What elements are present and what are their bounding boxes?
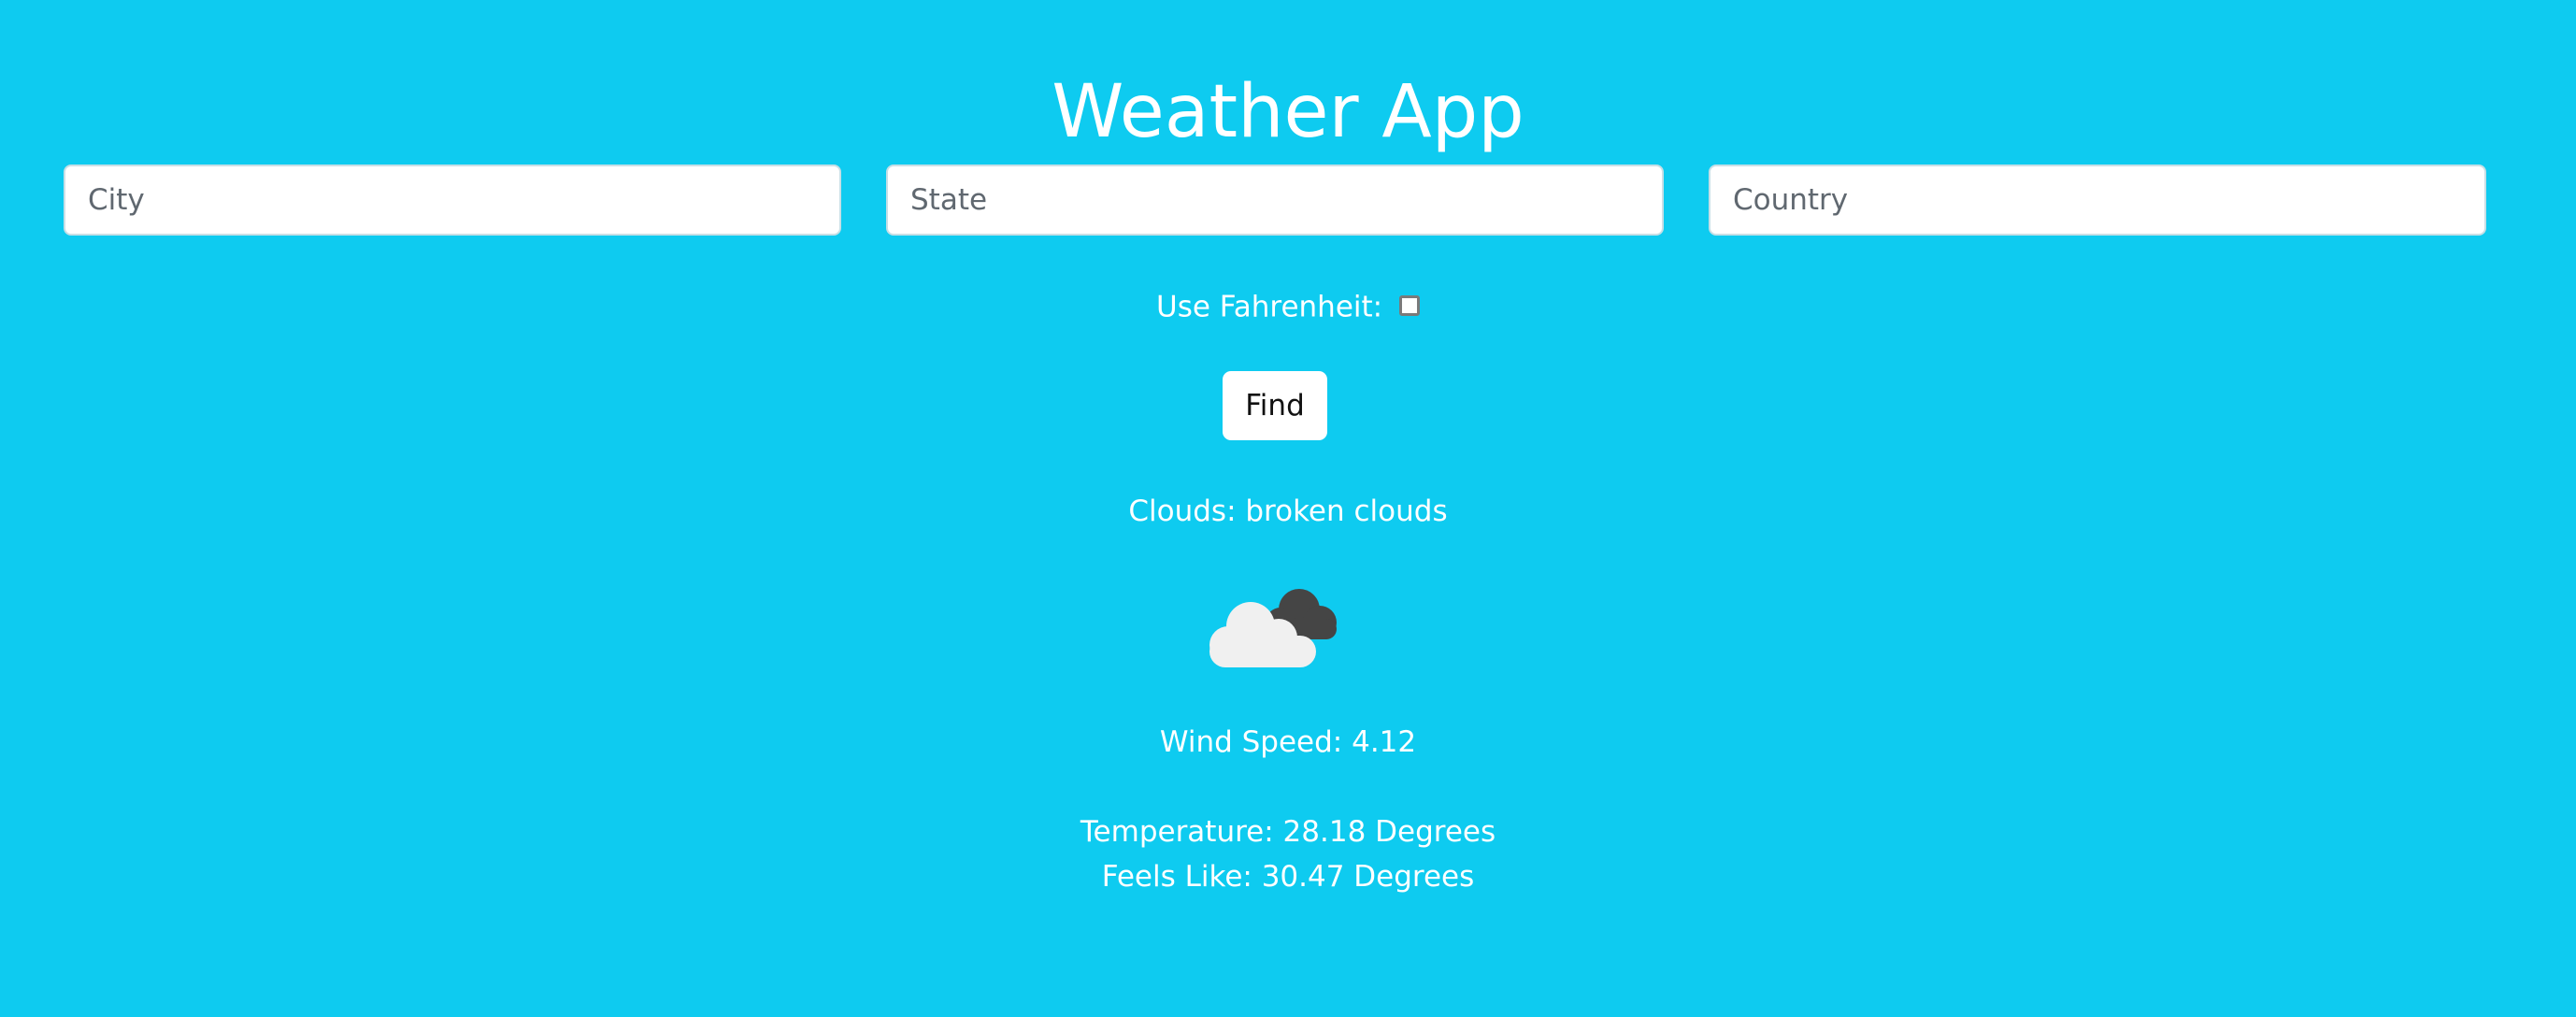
country-input[interactable]	[1709, 165, 2486, 236]
fahrenheit-toggle-row: Use Fahrenheit:	[0, 285, 2576, 326]
find-button[interactable]: Find	[1223, 371, 1327, 440]
fahrenheit-checkbox[interactable]	[1398, 294, 1420, 316]
city-input[interactable]	[64, 165, 841, 236]
wind-speed: Wind Speed: 4.12	[1159, 725, 1417, 759]
temperature: Temperature: 28.18 Degrees	[1080, 815, 1496, 849]
page-title: Weather App	[1052, 70, 1524, 154]
clouds-description: Clouds: broken clouds	[1128, 494, 1448, 528]
weather-app: Weather App Use Fahrenheit: Find Clouds:…	[0, 0, 2576, 1017]
fahrenheit-label: Use Fahrenheit:	[1156, 290, 1383, 324]
feels-like: Feels Like: 30.47 Degrees	[1101, 860, 1475, 894]
location-inputs	[64, 165, 2486, 236]
broken-clouds-icon	[1209, 589, 1337, 667]
state-input[interactable]	[886, 165, 1664, 236]
